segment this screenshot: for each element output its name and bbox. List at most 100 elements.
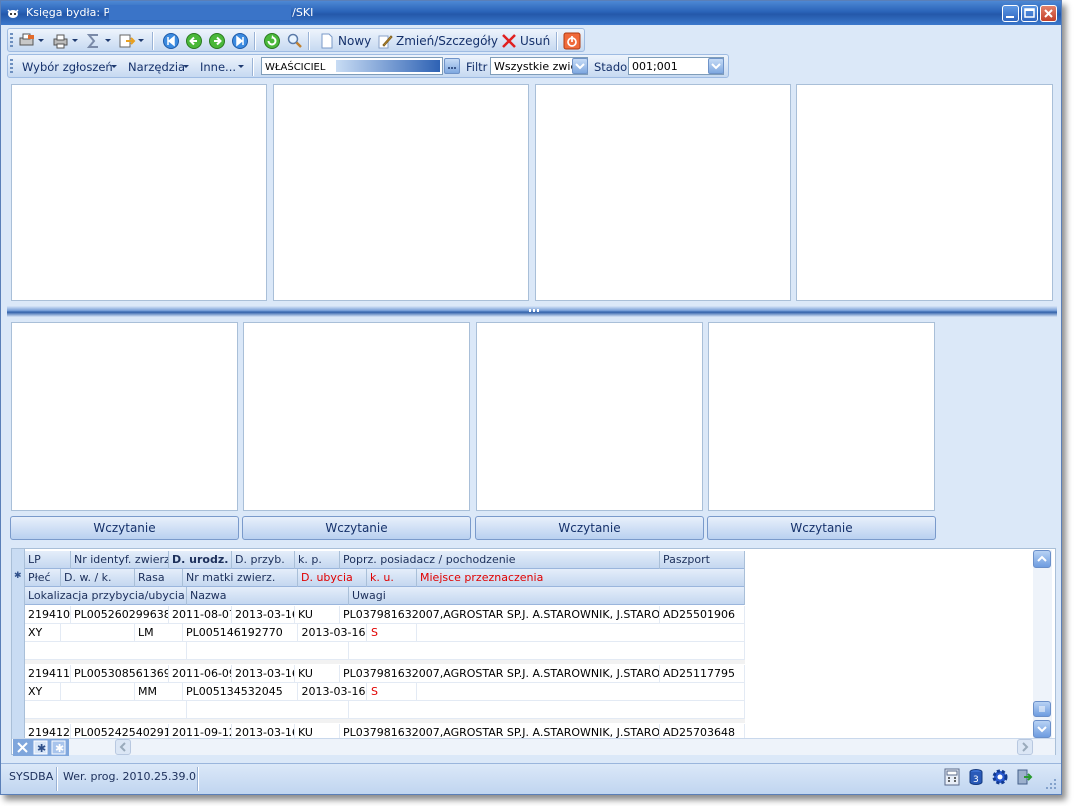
menu-other[interactable]: Inne... bbox=[200, 60, 236, 74]
col-passport[interactable]: Paszport bbox=[660, 551, 745, 569]
print-setup-dropdown-icon[interactable] bbox=[38, 39, 44, 42]
refresh-icon[interactable] bbox=[263, 32, 281, 50]
menu-tools[interactable]: Narzędzia bbox=[128, 60, 185, 74]
herd-label: Stado bbox=[594, 60, 628, 74]
search-icon[interactable] bbox=[286, 32, 304, 50]
scroll-right-button[interactable] bbox=[1017, 739, 1033, 755]
maximize-button[interactable] bbox=[1021, 5, 1038, 22]
col-kp[interactable]: k. p. bbox=[295, 551, 340, 569]
image-panel-4 bbox=[796, 84, 1053, 301]
clear-filter-icon[interactable] bbox=[15, 740, 30, 755]
filter-label: Filtr bbox=[466, 60, 488, 74]
sum-icon[interactable] bbox=[85, 32, 103, 50]
cell-mother-id: PL005134532045 bbox=[183, 683, 298, 701]
status-version: Wer. prog. 2010.25.39.0 bbox=[63, 770, 196, 783]
col-departure-date[interactable]: D. ubycia bbox=[298, 569, 367, 587]
previous-record-icon[interactable] bbox=[185, 32, 203, 50]
sum-dropdown-icon[interactable] bbox=[105, 39, 111, 42]
cell-dw-k bbox=[61, 683, 135, 701]
cell-notes bbox=[349, 701, 745, 719]
col-mother-id[interactable]: Nr matki zwierz. bbox=[183, 569, 298, 587]
col-ku[interactable]: k. u. bbox=[367, 569, 417, 587]
scroll-up-button[interactable] bbox=[1033, 550, 1051, 568]
grid-row-indicator: ✱ bbox=[12, 549, 25, 739]
col-prev-owner[interactable]: Poprz. posiadacz / pochodzenie bbox=[340, 551, 660, 569]
chevron-right-icon bbox=[1022, 742, 1029, 752]
cell-prev-owner: PL037981632007,AGROSTAR SP.J. A.STAROWNI… bbox=[340, 606, 660, 624]
col-arrival-date[interactable]: D. przyb. bbox=[232, 551, 295, 569]
load-button-3[interactable]: Wczytanie bbox=[475, 516, 704, 540]
table-row[interactable]: 219411 PL005308561369 2011-06-09 2013-03… bbox=[25, 665, 745, 683]
owner-redaction bbox=[336, 60, 440, 72]
document-panel-1 bbox=[11, 322, 238, 511]
database-icon[interactable]: 3 bbox=[967, 768, 985, 786]
print-dropdown-icon[interactable] bbox=[72, 39, 78, 42]
col-animal-id[interactable]: Nr identyf. zwierz. bbox=[71, 551, 169, 569]
cell-ku: S bbox=[367, 683, 417, 701]
cell-departure-date: 2013-03-16 bbox=[298, 624, 367, 642]
cell-location bbox=[25, 642, 187, 660]
table-row[interactable] bbox=[25, 642, 745, 660]
horizontal-scrollbar[interactable]: ✱ ✱ bbox=[13, 738, 1055, 756]
col-sex[interactable]: Płeć bbox=[25, 569, 61, 587]
svg-text:3: 3 bbox=[973, 775, 979, 785]
load-button-4[interactable]: Wczytanie bbox=[707, 516, 936, 540]
image-panel-3 bbox=[535, 84, 791, 301]
delete-button[interactable]: Usuń bbox=[520, 34, 550, 48]
col-notes[interactable]: Uwagi bbox=[349, 587, 745, 605]
filter-dropdown-button[interactable] bbox=[572, 58, 588, 74]
document-panel-3 bbox=[476, 322, 703, 511]
scroll-left-button[interactable] bbox=[115, 739, 131, 755]
exit-door-icon[interactable] bbox=[1015, 768, 1033, 786]
calculator-icon[interactable] bbox=[943, 768, 961, 786]
settings-gear-icon[interactable] bbox=[991, 768, 1009, 786]
load-button-2[interactable]: Wczytanie bbox=[242, 516, 471, 540]
toolbar-grip[interactable] bbox=[10, 33, 13, 49]
export-icon[interactable] bbox=[118, 32, 136, 50]
col-birth-date[interactable]: D. urodz. bbox=[169, 551, 232, 569]
title-bar[interactable]: Księga bydła: P/SKI bbox=[1, 1, 1061, 25]
resize-grip-icon[interactable] bbox=[1045, 778, 1057, 790]
toolbar-grip[interactable] bbox=[10, 59, 13, 75]
document-panel-2 bbox=[243, 322, 470, 511]
export-dropdown-icon[interactable] bbox=[138, 39, 144, 42]
col-lp[interactable]: LP bbox=[25, 551, 71, 569]
print-icon[interactable] bbox=[52, 32, 70, 50]
cell-lp: 219410 bbox=[25, 606, 71, 624]
vertical-scrollbar[interactable] bbox=[1033, 550, 1052, 754]
print-setup-icon[interactable] bbox=[18, 32, 36, 50]
menu-other-chevron-icon bbox=[238, 65, 244, 68]
scroll-thumb[interactable] bbox=[1033, 701, 1051, 717]
table-row[interactable]: XY LM PL005146192770 2013-03-16 S bbox=[25, 624, 745, 642]
col-location[interactable]: Lokalizacja przybycia/ubycia bbox=[25, 587, 187, 605]
minimize-button[interactable] bbox=[1002, 5, 1019, 22]
new-button[interactable]: Nowy bbox=[338, 34, 371, 48]
cattle-grid: ✱ LP Nr identyf. zwierz. D. urodz. D. pr… bbox=[11, 548, 1056, 755]
add-row-icon[interactable]: ✱ bbox=[33, 740, 48, 755]
cell-destination bbox=[417, 624, 745, 642]
herd-dropdown-button[interactable] bbox=[708, 58, 724, 74]
col-name[interactable]: Nazwa bbox=[187, 587, 349, 605]
table-row[interactable]: XY MM PL005134532045 2013-03-16 S bbox=[25, 683, 745, 701]
owner-lookup-button[interactable] bbox=[444, 58, 460, 74]
chevron-down-icon bbox=[711, 63, 721, 70]
col-breed[interactable]: Rasa bbox=[135, 569, 183, 587]
panel-splitter[interactable] bbox=[7, 306, 1057, 317]
table-row[interactable] bbox=[25, 701, 745, 719]
col-dw-k[interactable]: D. w. / k. bbox=[61, 569, 135, 587]
owner-field[interactable]: WŁAŚCICIEL bbox=[261, 57, 443, 75]
last-record-icon[interactable] bbox=[231, 32, 249, 50]
first-record-icon[interactable] bbox=[162, 32, 180, 50]
exit-icon[interactable] bbox=[563, 32, 581, 50]
svg-text:✱: ✱ bbox=[37, 742, 46, 755]
col-destination[interactable]: Miejsce przeznaczenia bbox=[417, 569, 745, 587]
load-button-1[interactable]: Wczytanie bbox=[10, 516, 239, 540]
table-row[interactable]: 219410 PL005260299638 2011-08-07 2013-03… bbox=[25, 606, 745, 624]
insert-row-icon[interactable]: ✱ bbox=[51, 740, 66, 755]
ellipsis-icon bbox=[448, 67, 456, 69]
close-button[interactable] bbox=[1040, 5, 1057, 22]
edit-details-button[interactable]: Zmień/Szczegóły bbox=[396, 34, 498, 48]
next-record-icon[interactable] bbox=[208, 32, 226, 50]
menu-requests[interactable]: Wybór zgłoszeń bbox=[22, 60, 113, 74]
scroll-down-button[interactable] bbox=[1033, 720, 1051, 738]
